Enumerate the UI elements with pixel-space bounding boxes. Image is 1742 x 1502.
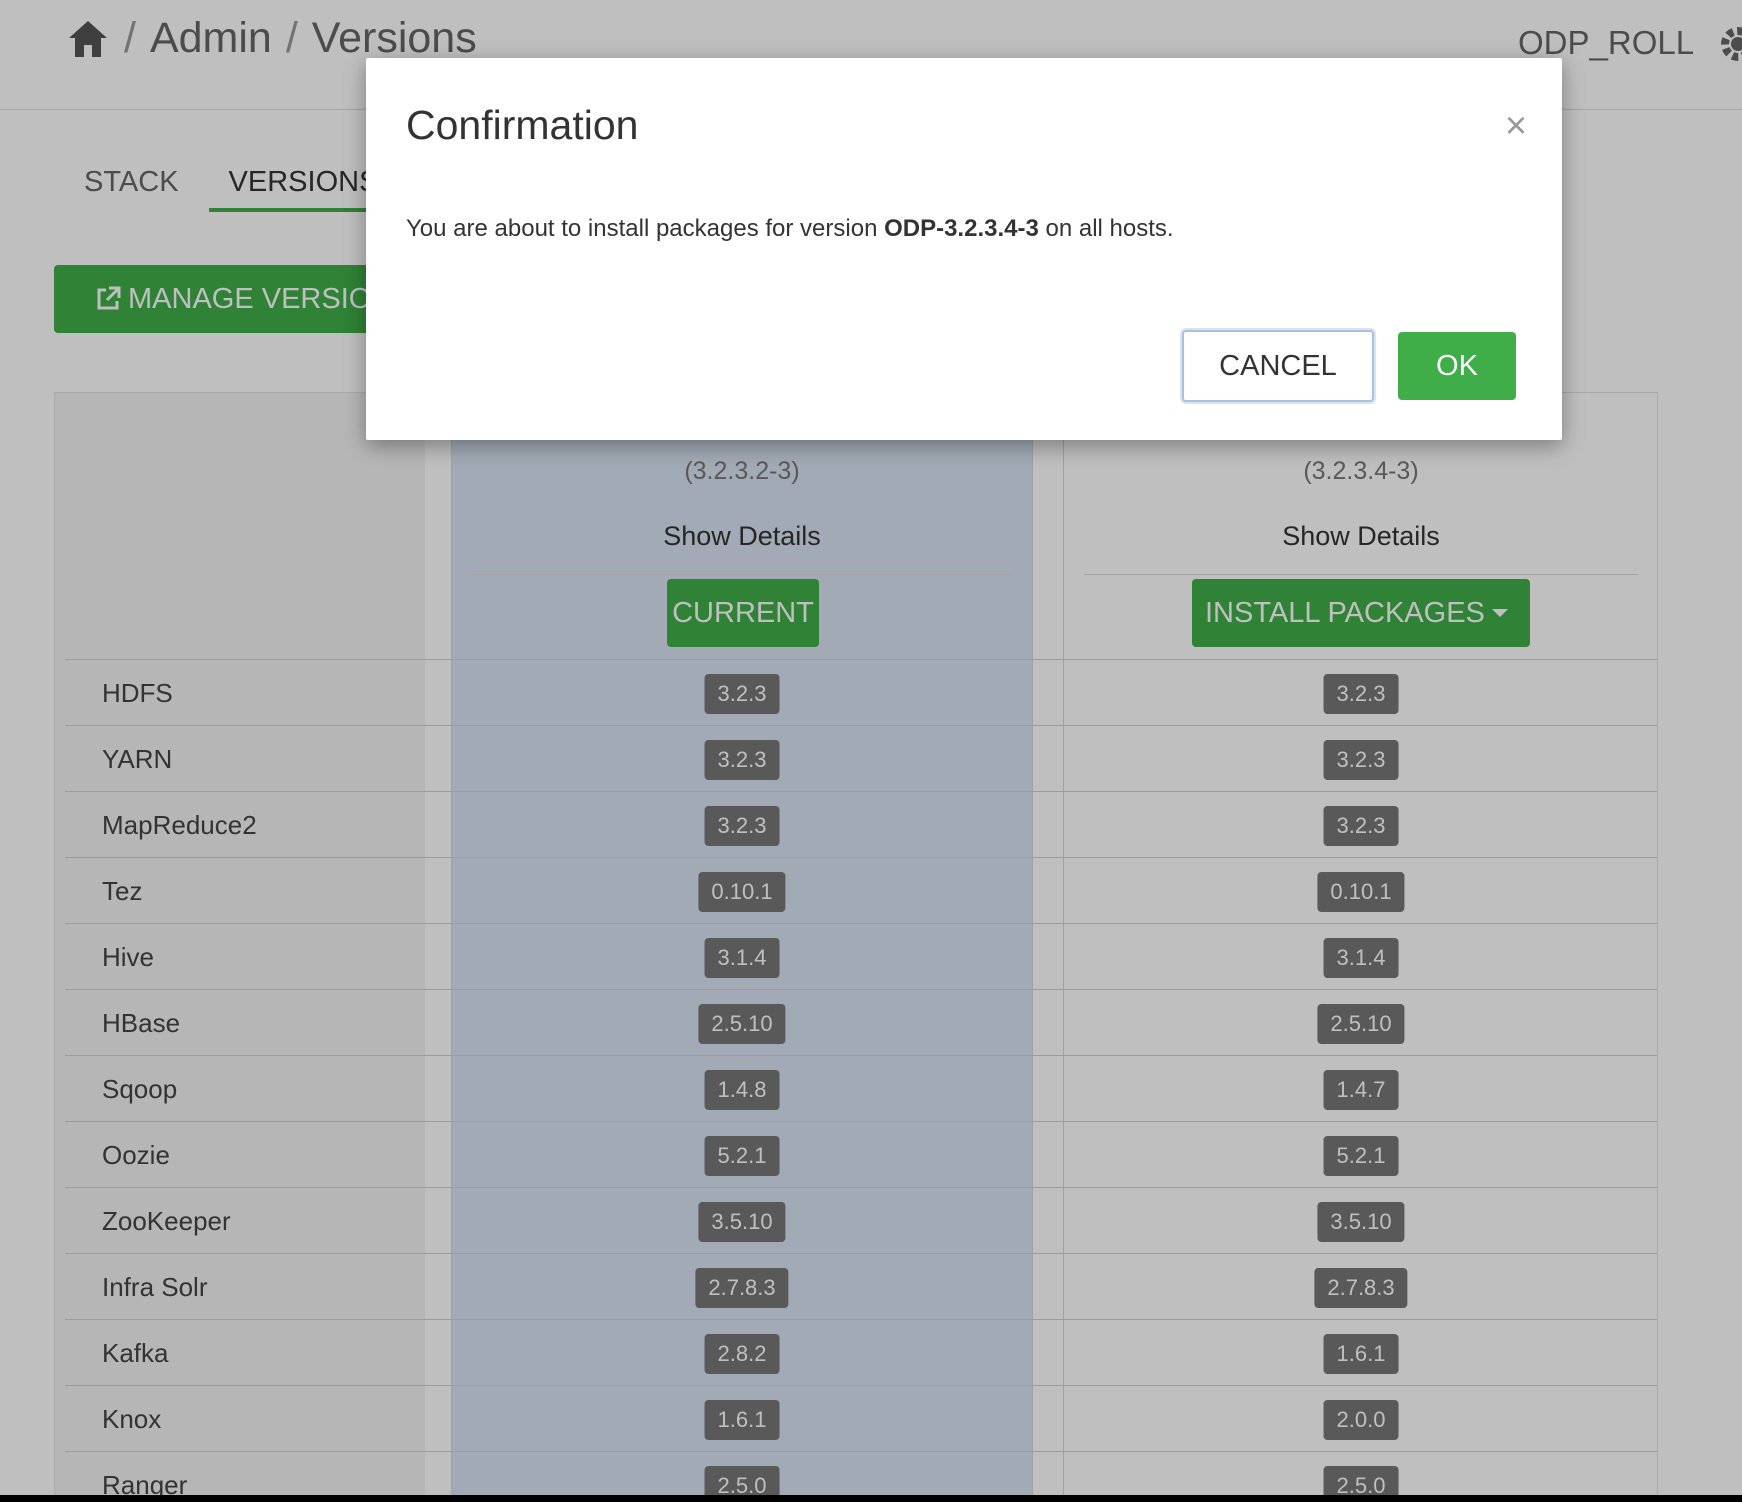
confirmation-dialog: Confirmation × You are about to install … (366, 58, 1562, 440)
close-icon[interactable]: × (1496, 106, 1536, 146)
dialog-message: You are about to install packages for ve… (406, 215, 1174, 243)
cancel-button[interactable]: CANCEL (1182, 330, 1374, 402)
dialog-message-suffix: on all hosts. (1038, 215, 1174, 242)
ok-button[interactable]: OK (1398, 332, 1516, 400)
dialog-message-prefix: You are about to install packages for ve… (406, 215, 885, 242)
dialog-message-version: ODP-3.2.3.4-3 (884, 215, 1039, 242)
dialog-title: Confirmation (406, 102, 639, 148)
